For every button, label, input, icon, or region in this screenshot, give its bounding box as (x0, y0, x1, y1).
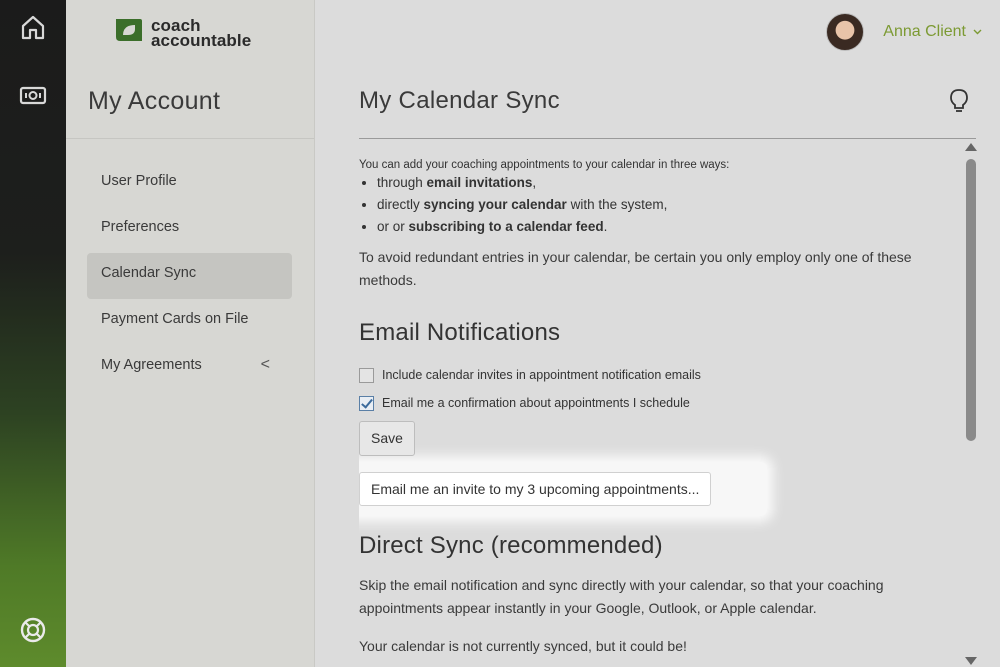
list-item: through email invitations, (377, 172, 919, 194)
list-item: or or subscribing to a calendar feed. (377, 216, 919, 238)
help-lifebuoy-icon[interactable] (18, 615, 48, 645)
sidebar-item-label: Preferences (101, 219, 180, 235)
brand-line2: accountable (151, 30, 252, 50)
scroll-down-arrow[interactable] (965, 657, 977, 665)
save-button[interactable]: Save (359, 421, 415, 456)
cash-icon[interactable] (18, 80, 48, 110)
sync-status-text: Your calendar is not currently synced, b… (359, 638, 687, 654)
brand-logo[interactable]: coach accountable (114, 15, 251, 50)
chevron-left-icon: < (260, 356, 270, 373)
page-title: My Calendar Sync (359, 87, 560, 114)
sidebar-item-calendar-sync[interactable]: Calendar Sync (87, 253, 292, 299)
list-item: directly syncing your calendar with the … (377, 194, 919, 216)
sidebar-item-preferences[interactable]: Preferences (87, 207, 292, 253)
sidebar-item-payment-cards[interactable]: Payment Cards on File (87, 299, 292, 345)
option-calendar-invites[interactable]: Include calendar invites in appointment … (359, 361, 919, 389)
scroll-up-arrow[interactable] (965, 143, 977, 151)
redundancy-warning: To avoid redundant entries in your calen… (359, 249, 912, 288)
leaf-logo-icon (114, 15, 144, 50)
sidebar-item-label: User Profile (101, 173, 177, 189)
intro-text: You can add your coaching appointments t… (359, 159, 730, 171)
sidebar-item-user-profile[interactable]: User Profile (87, 161, 292, 207)
email-notifications-heading: Email Notifications (359, 319, 561, 346)
user-menu[interactable]: Anna Client (826, 13, 982, 51)
sidebar-item-label: My Agreements (101, 357, 202, 373)
invite-highlight: Email me an invite to my 3 upcoming appo… (359, 462, 767, 516)
option-email-confirmation[interactable]: Email me a confirmation about appointmen… (359, 389, 919, 417)
email-confirmation-checkbox[interactable] (359, 395, 374, 411)
user-name: Anna Client (883, 23, 966, 40)
account-nav: User Profile Preferences Calendar Sync P… (87, 161, 292, 391)
email-invite-button[interactable]: Email me an invite to my 3 upcoming appo… (359, 472, 712, 506)
home-icon[interactable] (18, 12, 48, 42)
direct-sync-text: Skip the email notification and sync dir… (359, 577, 884, 616)
main-panel: Anna Client My Calendar Sync You can add… (315, 0, 1000, 667)
sidebar-title: My Account (88, 87, 221, 115)
calendar-invites-checkbox[interactable] (359, 367, 374, 383)
avatar (826, 13, 865, 51)
calendar-sync-content: You can add your coaching appointments t… (359, 150, 919, 667)
direct-sync-heading: Direct Sync (recommended) (359, 532, 663, 559)
scrollbar-thumb[interactable] (966, 159, 976, 441)
sidebar-item-my-agreements[interactable]: My Agreements < (87, 345, 292, 391)
sync-methods-list: through email invitations, directly sync… (359, 172, 919, 238)
sidebar-divider (66, 138, 314, 139)
sidebar-item-label: Calendar Sync (101, 265, 197, 281)
chevron-down-icon (973, 26, 982, 38)
option-label: Email me a confirmation about appointmen… (382, 396, 690, 410)
sidebar-item-label: Payment Cards on File (101, 311, 249, 327)
icon-rail (0, 0, 66, 667)
scrollbar[interactable] (964, 143, 978, 667)
lightbulb-icon[interactable] (948, 88, 970, 114)
option-label: Include calendar invites in appointment … (382, 368, 701, 382)
title-divider (359, 138, 976, 139)
account-sidebar: coach accountable My Account User Profil… (66, 0, 315, 667)
